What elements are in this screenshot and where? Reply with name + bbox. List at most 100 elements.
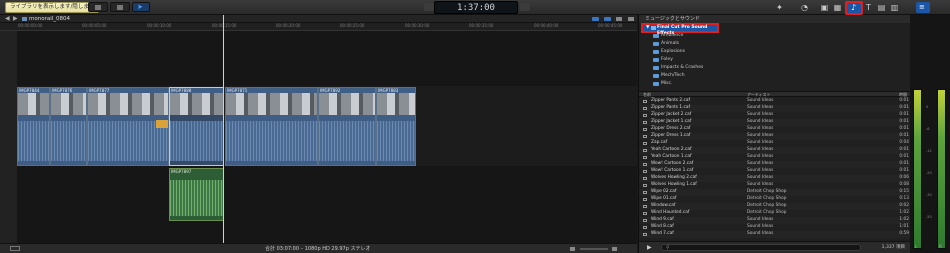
video-clip-selected[interactable]: IMGP7888 (169, 87, 224, 166)
folder-item[interactable]: Foley (639, 56, 909, 64)
zoom-in-icon[interactable] (612, 247, 617, 251)
sound-row[interactable]: Window.caf Detroit Chop Shop 0:02 (639, 203, 911, 210)
sound-row[interactable]: Yeah Cartoon 2.caf Sound Ideas 0:01 (639, 147, 911, 154)
folder-item[interactable]: Impacts & Crashes (639, 64, 909, 72)
audio-file-icon (643, 198, 647, 201)
back-arrow-icon[interactable]: ◀ (5, 15, 10, 23)
audio-file-icon (643, 128, 647, 131)
column-artist-header[interactable]: アーティスト (747, 92, 771, 97)
column-name-header[interactable]: 名前 (643, 92, 651, 97)
sound-duration: 0:15 (899, 189, 909, 194)
video-clip[interactable]: IMGP7871 (225, 87, 318, 166)
sound-name: Yeah Cartoon 1.caf (651, 154, 692, 159)
title-icon[interactable]: T (864, 3, 873, 12)
disclosure-triangle-icon[interactable]: ▼ (646, 25, 649, 31)
sound-row[interactable]: Wolves Howling 1.caf Sound Ideas 0:08 (639, 182, 911, 189)
sound-name: Zipper Jacket 1.caf (651, 119, 692, 124)
audio-file-icon (643, 212, 647, 215)
final-cut-pro-window: ライブラリを表示します/隠します ➤ 1:37:00 ✦ ◔ ▣ ▦ ♪ T ▤… (0, 0, 950, 253)
index-icon[interactable] (10, 246, 20, 251)
music-and-sound-button[interactable]: ♪ (845, 1, 863, 15)
sound-row[interactable]: Zipper Jacket 2.caf Sound Ideas 0:01 (639, 112, 911, 119)
video-clip[interactable]: IMGP7877 (87, 87, 169, 166)
sound-list: Zipper Pants 2.caf Sound Ideas 0:01 Zipper … (639, 98, 911, 240)
generator-icon[interactable]: ▤ (877, 3, 886, 12)
sound-artist: Sound Ideas (747, 140, 774, 145)
audio-skimming-icon[interactable] (604, 17, 611, 21)
sound-artist: Detroit Chop Shop (747, 203, 787, 208)
speedometer-icon[interactable]: ◔ (800, 3, 809, 12)
theme-icon[interactable]: ▥ (890, 3, 899, 12)
sound-row[interactable]: Zipper Pants 1.caf Sound Ideas 0:01 (639, 105, 911, 112)
sound-duration: 0:01 (899, 154, 909, 159)
sound-duration: 0:01 (899, 147, 909, 152)
folder-label: Foley (661, 57, 673, 62)
sound-artist: Sound Ideas (747, 182, 774, 187)
sound-name: Wolves Howling 2.caf (651, 175, 697, 180)
sound-row[interactable]: Wolves Howling 2.caf Sound Ideas 0:06 (639, 175, 911, 182)
timecode-display[interactable]: 1:37:00 (434, 1, 518, 14)
wand-icon[interactable]: ✦ (775, 3, 784, 12)
sound-row[interactable]: Wipe 01.caf Detroit Chop Shop 0:13 (639, 196, 911, 203)
sound-row[interactable]: Wow! Cartoon 2.caf Sound Ideas 0:01 (639, 161, 911, 168)
sound-row[interactable]: Yeah Cartoon 1.caf Sound Ideas 0:01 (639, 154, 911, 161)
share-button[interactable] (110, 2, 130, 12)
sound-duration: 0:01 (899, 119, 909, 124)
snapping-icon[interactable] (592, 17, 599, 21)
folder-item[interactable]: Explosions (639, 48, 909, 56)
ruler-label: 00:00:15:00 (212, 23, 237, 28)
music-note-icon: ♪ (851, 3, 857, 12)
sound-row[interactable]: Zipper Jacket 1.caf Sound Ideas 0:01 (639, 119, 911, 126)
clip-thumbnails (226, 93, 317, 115)
timecode-right-control[interactable] (520, 3, 530, 11)
sound-row[interactable]: Zipper Dress 2.caf Sound Ideas 0:01 (639, 126, 911, 133)
sound-row[interactable]: Wind 8.caf Sound Ideas 1:01 (639, 224, 911, 231)
sound-name: Zipper Pants 2.caf (651, 98, 691, 103)
project-duration-status: 合計 03:07:00 – 1080p HD 29.97p ステレオ (265, 246, 371, 252)
column-time-header[interactable]: 時間 (899, 92, 907, 97)
show-hide-libraries-button[interactable]: ライブラリを表示します/隠します (5, 2, 100, 13)
sound-row[interactable]: Wind 7.caf Sound Ideas 0:59 (639, 231, 911, 238)
sound-name: Zap.caf (651, 140, 668, 145)
folder-item[interactable]: Misc. (639, 80, 909, 88)
sound-row[interactable]: Zipper Dress 1.caf Sound Ideas 0:01 (639, 133, 911, 140)
folder-item[interactable]: Mech/Tech (639, 72, 909, 80)
sliders-icon: ≡ (919, 3, 925, 11)
video-clip[interactable]: IMGP7876 (50, 87, 87, 166)
zoom-out-icon[interactable] (570, 247, 575, 251)
select-tool-button[interactable]: ➤ (132, 2, 150, 12)
audio-waveform (170, 115, 223, 165)
camera-icon[interactable]: ▣ (820, 3, 829, 12)
sound-name: Wind 8.caf (651, 224, 674, 229)
audio-waveform (170, 174, 223, 220)
audio-waveform (377, 115, 415, 165)
forward-arrow-icon[interactable]: ▶ (13, 15, 18, 23)
video-clip[interactable]: IMGP7844 (17, 87, 50, 166)
sound-row[interactable]: Wipe 02.caf Detroit Chop Shop 0:15 (639, 189, 911, 196)
timeline-ruler[interactable]: 00:00:00:00 00:00:05:00 00:00:10:00 00:0… (0, 23, 637, 31)
folder-item[interactable]: Ambience (639, 32, 909, 40)
speaker-icon[interactable] (628, 17, 634, 21)
photo-icon[interactable]: ▦ (833, 3, 842, 12)
connected-audio-clip[interactable]: IMGP7897 (169, 168, 224, 221)
clip-appearance-icon[interactable] (616, 17, 622, 21)
sound-row[interactable]: Wind 9.caf Sound Ideas 1:02 (639, 217, 911, 224)
folder-label: Ambience (661, 33, 684, 38)
sound-name: Wind Haunted.caf (651, 210, 690, 215)
sound-row[interactable]: Wind Haunted.caf Detroit Chop Shop 1:02 (639, 210, 911, 217)
folder-item[interactable]: Animals (639, 40, 909, 48)
video-clip[interactable]: IMGP7892 (318, 87, 376, 166)
meter-bar-right (937, 89, 946, 249)
ruler-label: 00:00:35:00 (469, 23, 494, 28)
play-icon[interactable]: ▶ (647, 244, 652, 251)
sound-row[interactable]: Wow! Cartoon 1.caf Sound Ideas 0:01 (639, 168, 911, 175)
video-clip[interactable]: IMGP7883 (376, 87, 416, 166)
import-button[interactable] (88, 2, 108, 12)
timecode-left-control[interactable] (424, 3, 434, 11)
sound-row[interactable]: Zipper Pants 2.caf Sound Ideas 0:01 (639, 98, 911, 105)
zoom-slider[interactable] (580, 248, 608, 250)
sound-row[interactable]: Zap.caf Sound Ideas 0:04 (639, 140, 911, 147)
playhead[interactable] (223, 15, 224, 243)
search-input[interactable]: ⚲ (661, 244, 861, 251)
inspector-button[interactable]: ≡ (916, 2, 930, 13)
